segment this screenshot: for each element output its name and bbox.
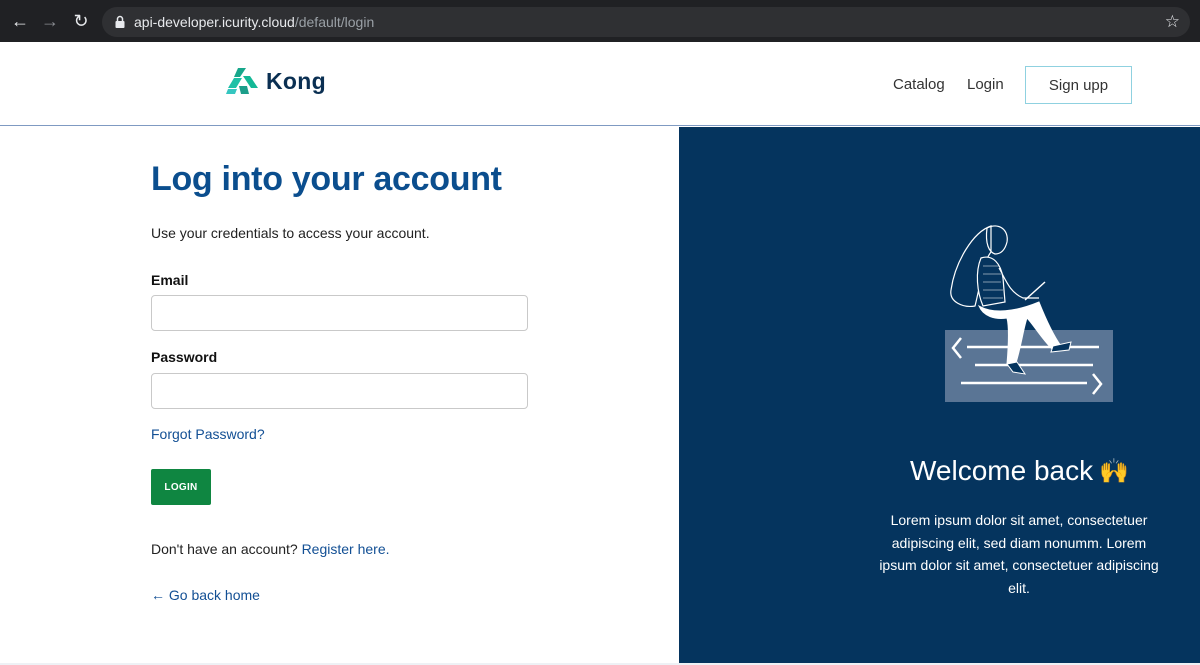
register-prompt-text: Don't have an account? [151,541,298,557]
welcome-body-text: Lorem ipsum dolor sit amet, consectetuer… [879,512,1159,596]
login-form-section: Log into your account Use your credentia… [0,127,679,665]
email-field[interactable] [151,295,528,331]
register-link[interactable]: Register here. [302,541,390,557]
raised-hands-icon: 🙌 [1099,457,1129,485]
forgot-password-link[interactable]: Forgot Password? [151,426,265,442]
logo-text: Kong [266,67,326,94]
url-path: /default/login [294,14,375,30]
nav-catalog-link[interactable]: Catalog [893,76,945,93]
bookmark-star-icon[interactable]: ☆ [1165,12,1180,32]
kong-logo[interactable]: Kong [226,66,326,96]
register-prompt: Don't have an account? Register here. [151,541,390,557]
welcome-title: Welcome back [910,455,1094,486]
back-arrow-icon[interactable]: ← [11,12,29,30]
url-host: api-developer.icurity.cloud [134,14,295,30]
kong-logo-icon [226,68,258,94]
forward-arrow-icon[interactable]: → [41,12,59,30]
page-title: Log into your account [151,160,502,198]
address-bar[interactable]: api-developer.icurity.cloud/default/logi… [102,7,1190,37]
nav-login-link[interactable]: Login [967,76,1004,93]
browser-toolbar: ← → ↻ api-developer.icurity.cloud/defaul… [0,0,1200,42]
welcome-heading: Welcome back 🙌 [679,455,1200,487]
woman-with-laptop-illustration [945,225,1113,402]
page-subtitle: Use your credentials to access your acco… [151,225,430,241]
url-text: api-developer.icurity.cloud/default/logi… [134,14,374,30]
password-field[interactable] [151,373,528,409]
go-back-home-link[interactable]: ← Go back home [151,587,260,603]
login-button[interactable]: LOGIN [151,469,211,505]
signup-button[interactable]: Sign upp [1025,66,1132,104]
email-label: Email [151,272,189,288]
reload-icon[interactable]: ↻ [72,12,90,30]
site-header: Kong Catalog Login Sign upp [0,42,1200,126]
password-label: Password [151,349,218,365]
welcome-panel: Welcome back 🙌 Lorem ipsum dolor sit ame… [679,127,1200,663]
lock-icon [115,15,125,28]
